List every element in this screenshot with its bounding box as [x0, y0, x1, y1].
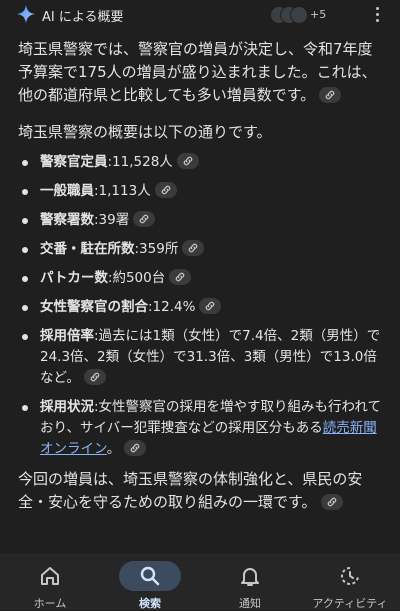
fact-value: :359所: [134, 241, 179, 257]
fact-item: 交番・駐在所数:359所: [18, 239, 382, 260]
citation-link-button[interactable]: [154, 182, 177, 198]
link-icon: [326, 90, 335, 99]
fact-label: 採用倍率: [40, 328, 94, 344]
ai-overview-header: AI による概要 +5: [0, 0, 400, 30]
citation-link-button[interactable]: [182, 240, 205, 256]
fact-value: :39署: [94, 212, 130, 228]
citation-link-button[interactable]: [124, 440, 147, 456]
citation-link-button[interactable]: [320, 493, 343, 510]
header-title: AI による概要: [42, 10, 124, 25]
fact-tail: 。: [106, 441, 121, 457]
fact-label: 採用状況: [40, 399, 94, 415]
source-avatar: [290, 6, 308, 24]
citation-link-button[interactable]: [199, 298, 222, 314]
citation-link-button[interactable]: [83, 369, 106, 385]
dot: [375, 6, 379, 10]
home-icon: [41, 567, 59, 585]
fact-label: 交番・駐在所数: [40, 241, 135, 257]
activity-icon: [341, 567, 359, 585]
fact-item: 採用状況:女性警察官の採用を増やす取り組みも行われており、サイバー犯罪捜査などの…: [18, 397, 382, 460]
dot: [375, 12, 379, 16]
fact-label: 警察署数: [40, 212, 94, 228]
fact-item: 警察署数:39署: [18, 210, 382, 231]
fact-item: 警察官定員:11,528人: [18, 152, 382, 173]
dot: [375, 18, 379, 22]
fact-label: 一般職員: [40, 183, 94, 199]
fact-item: 女性警察官の割合:12.4%: [18, 297, 382, 318]
bottom-navigation: ホーム 検索 通知 アクティビティ: [0, 554, 400, 610]
fact-item: 採用倍率:過去には1類（女性）で7.4倍、2類（男性）で24.3倍、2類（女性）…: [18, 326, 382, 389]
fact-label: パトカー数: [40, 270, 108, 286]
citation-link-button[interactable]: [319, 86, 342, 103]
overview-lead: 埼玉県警察の概要は以下の通りです。: [18, 123, 272, 141]
link-icon: [206, 301, 215, 311]
facts-list: 警察官定員:11,528人 一般職員:1,113人 警察署数:39署 交番・駐在所数:…: [18, 152, 382, 460]
fact-value: :1,113人: [94, 183, 151, 199]
intro-paragraph: 埼玉県警察では、警察官の増員が決定し、令和7年度予算案で175人の増員が盛り込ま…: [18, 38, 382, 107]
ai-overview-content: 埼玉県警察では、警察官の増員が決定し、令和7年度予算案で175人の増員が盛り込ま…: [18, 38, 382, 514]
citation-link-button[interactable]: [169, 269, 192, 285]
more-options-button[interactable]: [367, 2, 387, 26]
fact-item: パトカー数:約500台: [18, 268, 382, 289]
source-avatars[interactable]: [270, 4, 308, 24]
link-icon: [130, 443, 140, 453]
nav-notifications[interactable]: 通知: [200, 555, 300, 610]
fact-label: 女性警察官の割合: [40, 299, 148, 315]
sources-count[interactable]: +5: [310, 8, 326, 21]
search-icon: [140, 566, 160, 586]
conclusion-paragraph: 今回の増員は、埼玉県警察の体制強化と、県民の安全・安心を守るための取り組みの一環…: [18, 468, 382, 514]
gemini-sparkle-icon: [16, 4, 36, 24]
link-icon: [161, 185, 170, 195]
link-icon: [327, 497, 336, 506]
nav-home[interactable]: ホーム: [0, 555, 100, 610]
link-icon: [90, 372, 100, 382]
conclusion-text: 今回の増員は、埼玉県警察の体制強化と、県民の安全・安心を守るための取り組みの一環…: [18, 470, 363, 511]
fact-value: :11,528人: [107, 154, 173, 170]
fact-label: 警察官定員: [40, 154, 108, 170]
link-icon: [139, 214, 149, 224]
citation-link-button[interactable]: [176, 153, 199, 169]
citation-link-button[interactable]: [133, 211, 156, 227]
link-icon: [183, 156, 193, 166]
fact-item: 一般職員:1,113人: [18, 181, 382, 202]
link-icon: [175, 272, 185, 282]
nav-activity[interactable]: アクティビティ: [300, 555, 400, 610]
link-icon: [189, 243, 198, 253]
bell-icon: [241, 568, 259, 586]
nav-search[interactable]: 検索: [100, 555, 200, 610]
fact-value: :約500台: [107, 270, 166, 286]
fact-value: :12.4%: [148, 299, 196, 315]
